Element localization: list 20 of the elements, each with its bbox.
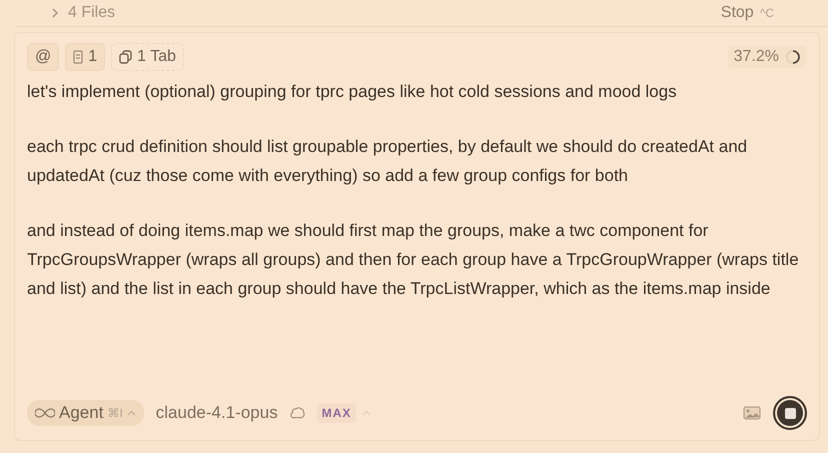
document-icon — [73, 50, 84, 64]
context-usage: 37.2% — [728, 46, 807, 68]
stop-link[interactable]: Stop ^C — [720, 4, 774, 22]
model-selector[interactable]: claude-4.1-opus — [156, 403, 278, 423]
prompt-paragraph: each trpc crud definition should list groupable properties, by default we should do createdAt and updatedAt (cuz those come with everything) so add a few group configs for both — [27, 136, 748, 187]
mention-chip[interactable]: @ — [27, 43, 60, 71]
spinner-icon — [785, 49, 801, 65]
copy-icon — [119, 50, 132, 64]
max-badge: MAX — [316, 403, 356, 423]
chevron-icon — [50, 8, 60, 18]
files-toggle[interactable]: 4 Files — [50, 4, 116, 22]
chevron-icon — [126, 410, 136, 416]
infinity-icon — [35, 408, 55, 418]
tab-chip[interactable]: 1 Tab — [111, 43, 184, 71]
prompt-paragraph: let's implement (optional) grouping for tprc pages like hot cold sessions and mood logs — [27, 81, 678, 103]
file-chip[interactable]: 1 — [65, 43, 106, 71]
agent-mode-selector[interactable]: Agent ⌘I — [27, 400, 144, 426]
prompt-paragraph: and instead of doing items.map we should first map the groups, make a twc component for TrpcGroupsWrapper (wraps all groups) and then for each group have a TrpcGroupWrapper (wraps title and list) and the list in each group should have the TrpcListWrapper, which as the items.map inside — [27, 220, 800, 300]
chevron-icon — [362, 410, 372, 416]
stop-button[interactable] — [773, 396, 807, 430]
